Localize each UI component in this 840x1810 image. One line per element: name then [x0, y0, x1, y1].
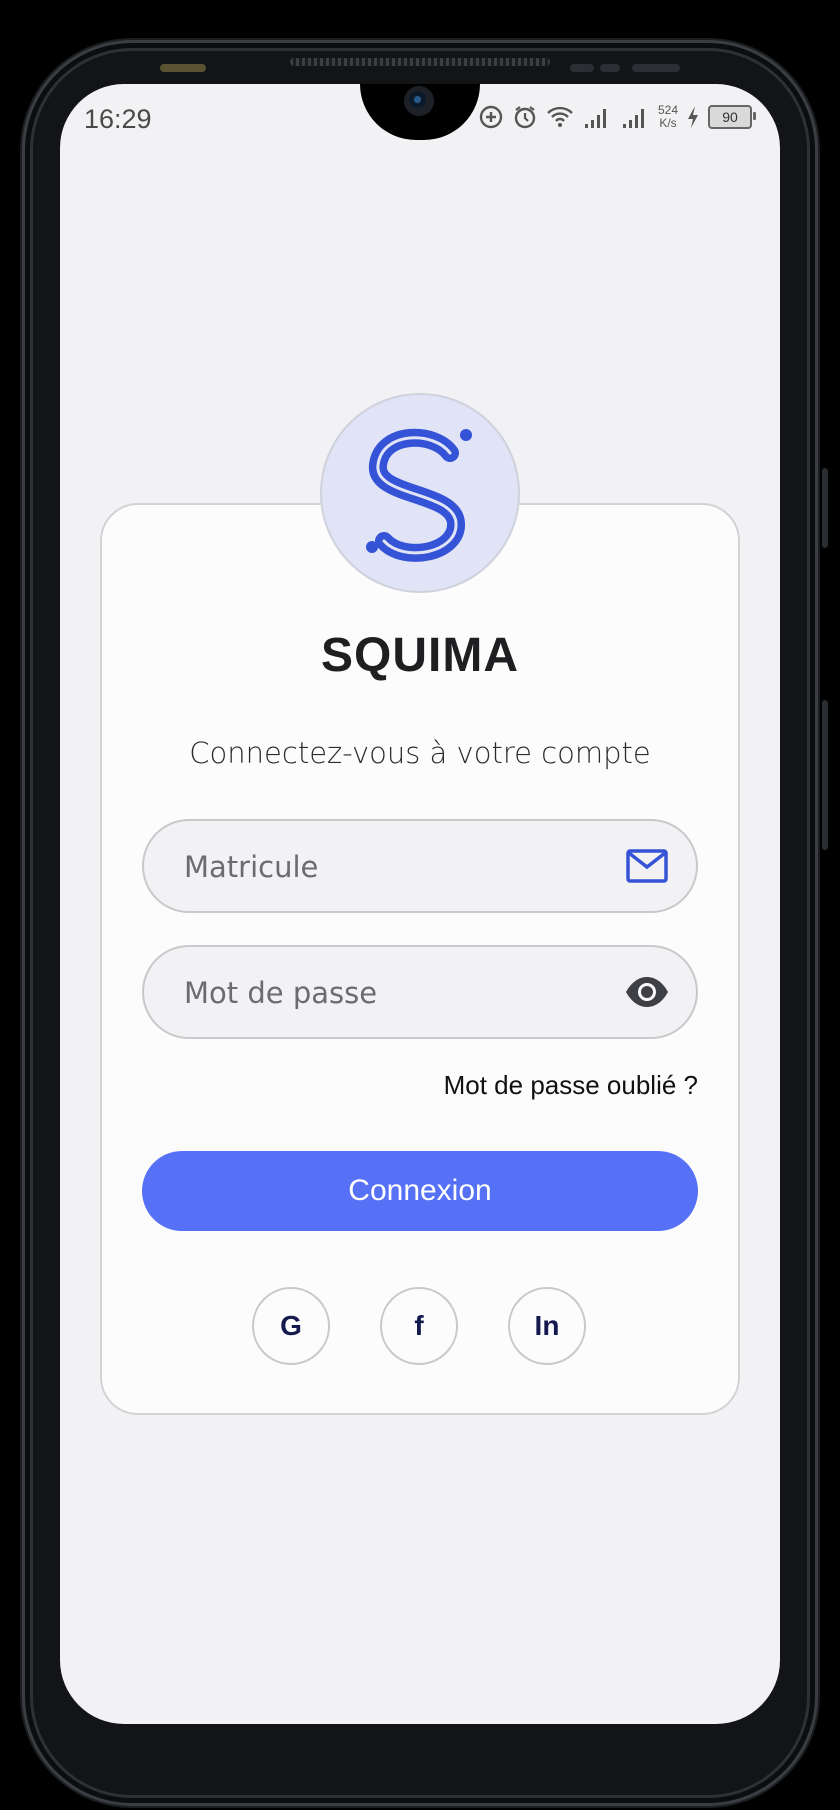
mail-icon: [626, 849, 668, 883]
password-field[interactable]: [142, 945, 698, 1039]
app-title: SQUIMA: [321, 629, 519, 682]
facebook-login-button[interactable]: f: [380, 1287, 458, 1365]
matricule-input[interactable]: [182, 821, 606, 913]
logo-s-icon: [366, 428, 472, 562]
eye-icon[interactable]: [624, 975, 670, 1009]
signal-icon: [585, 109, 606, 128]
status-icons: 524 K/s 90: [478, 104, 757, 130]
earpiece-speaker: [290, 58, 550, 66]
matricule-field[interactable]: [142, 819, 698, 913]
front-camera: [404, 86, 434, 116]
battery-icon: 90: [708, 105, 757, 129]
charging-icon: [688, 106, 699, 128]
sensor-left: [160, 64, 206, 72]
password-input[interactable]: [182, 947, 606, 1039]
login-subtitle: Connectez-vous à votre compte: [189, 736, 651, 770]
battery-level: 90: [722, 109, 738, 125]
power-button: [822, 700, 828, 850]
alarm-icon: [514, 106, 536, 129]
sensor-right-2: [600, 64, 620, 72]
sensor-right: [570, 64, 594, 72]
linkedin-login-button[interactable]: In: [508, 1287, 586, 1365]
volume-button: [822, 468, 828, 548]
network-rate: 524 K/s: [658, 104, 678, 130]
sensor-right-3: [632, 64, 680, 72]
status-time: 16:29: [84, 104, 152, 134]
app-logo: [320, 393, 520, 593]
signal-icon: [623, 109, 644, 128]
data-saver-icon: [479, 105, 503, 129]
network-rate-unit: K/s: [659, 116, 677, 130]
google-login-button[interactable]: G: [252, 1287, 330, 1365]
wifi-icon: [547, 106, 573, 127]
login-button[interactable]: Connexion: [142, 1151, 698, 1231]
forgot-password-link[interactable]: Mot de passe oublié ?: [142, 1070, 698, 1101]
